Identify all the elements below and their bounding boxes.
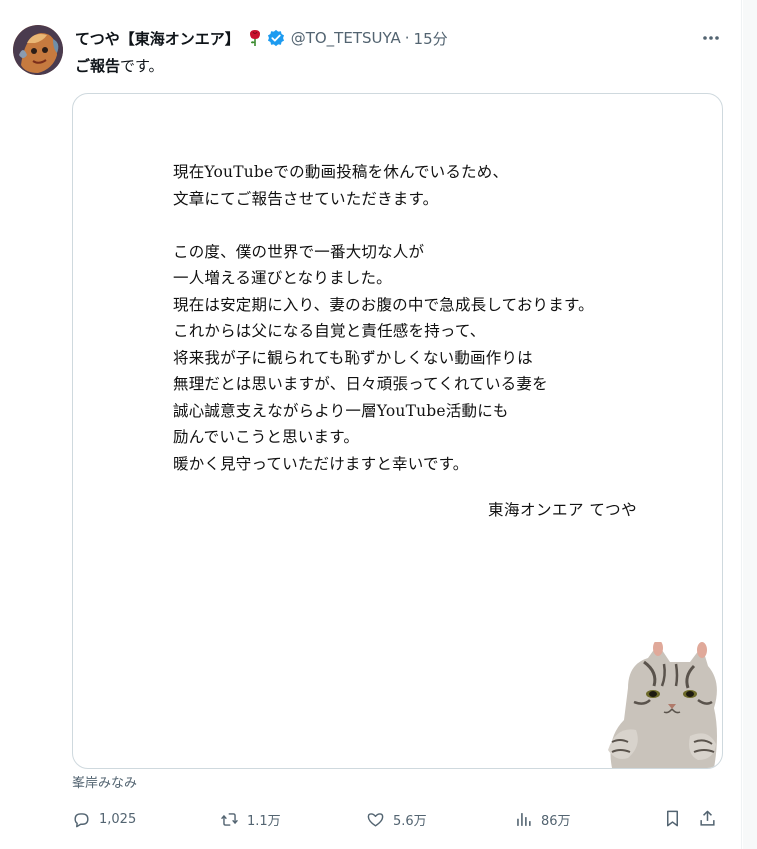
reply-count: 1,025 — [99, 811, 137, 827]
heart-icon — [367, 812, 384, 827]
letter-line: 無理だとは思いますが、日々頑張ってくれている妻を — [173, 375, 548, 393]
author-handle[interactable]: @TO_TETSUYA — [291, 29, 401, 47]
letter-line: 現在は安定期に入り、妻のお腹の中で急成長しております。 — [173, 295, 594, 314]
letter-line: この度、僕の世界で一番大切な人が — [173, 242, 425, 261]
letter-line: 励んでいこうと思います。 — [173, 428, 360, 446]
reply-icon — [74, 812, 89, 827]
image-credit: 峯岸みなみ — [72, 776, 138, 791]
letter-line: 一人増える運びとなりました。 — [173, 269, 392, 287]
reply-button[interactable]: 1,025 — [72, 806, 136, 832]
letter-line: 現在YouTubeでの動画投稿を休んでいるため、 — [173, 163, 509, 181]
tweet-actions: 1,025 1.1万 5.6万 86万 — [72, 806, 724, 832]
verified-badge-icon — [267, 29, 285, 47]
tweet-image[interactable]: 現在YouTubeでの動画投稿を休んでいるため、 文章にてご報告させていただきま… — [72, 93, 723, 769]
header-separator: · — [404, 29, 410, 47]
retweet-icon — [221, 812, 238, 826]
tweet-header: てつや【東海オンエア】 @TO_TETSUYA · 15分 — [75, 26, 448, 50]
more-icon[interactable] — [700, 28, 722, 48]
tweet-timestamp[interactable]: 15分 — [414, 28, 448, 49]
page-gutter — [743, 0, 757, 849]
letter-signature: 東海オンエア てつや — [488, 501, 638, 519]
letter-line: 将来我が子に観られても恥ずかしくない動画作りは — [173, 348, 533, 367]
view-count: 86万 — [541, 813, 571, 829]
column-divider — [741, 0, 742, 849]
retweet-button[interactable]: 1.1万 — [220, 806, 281, 832]
tweet-text-rest: です。 — [120, 57, 164, 75]
letter-line: 暖かく見守っていただけますと幸いです。 — [173, 454, 469, 473]
tweet-text-bold: ご報告 — [75, 57, 121, 75]
retweet-count: 1.1万 — [247, 813, 281, 829]
bookmark-icon[interactable] — [663, 809, 682, 828]
letter-line: これからは父になる自覚と責任感を持って、 — [173, 322, 486, 340]
author-name[interactable]: てつや【東海オンエア】 — [75, 28, 240, 49]
views-chart-icon — [517, 812, 531, 826]
rose-emoji-icon — [248, 29, 262, 47]
like-button[interactable]: 5.6万 — [366, 806, 427, 832]
letter-line: 誠心誠意支えながらより一層YouTube活動にも — [173, 401, 509, 420]
views-button[interactable]: 86万 — [514, 806, 571, 832]
tweet-text: ご報告です。 — [75, 55, 164, 77]
avatar[interactable] — [13, 25, 63, 75]
letter-line: 文章にてご報告させていただきます。 — [173, 189, 439, 208]
cat-illustration — [598, 640, 722, 768]
like-count: 5.6万 — [393, 813, 427, 829]
share-icon[interactable] — [698, 809, 717, 828]
announcement-letter: 現在YouTubeでの動画投稿を休んでいるため、 文章にてご報告させていただきま… — [173, 159, 673, 477]
letter-line-blank — [173, 212, 673, 239]
tweet-card[interactable]: てつや【東海オンエア】 @TO_TETSUYA · 15分 ご報告です。 現在Y… — [0, 0, 740, 849]
